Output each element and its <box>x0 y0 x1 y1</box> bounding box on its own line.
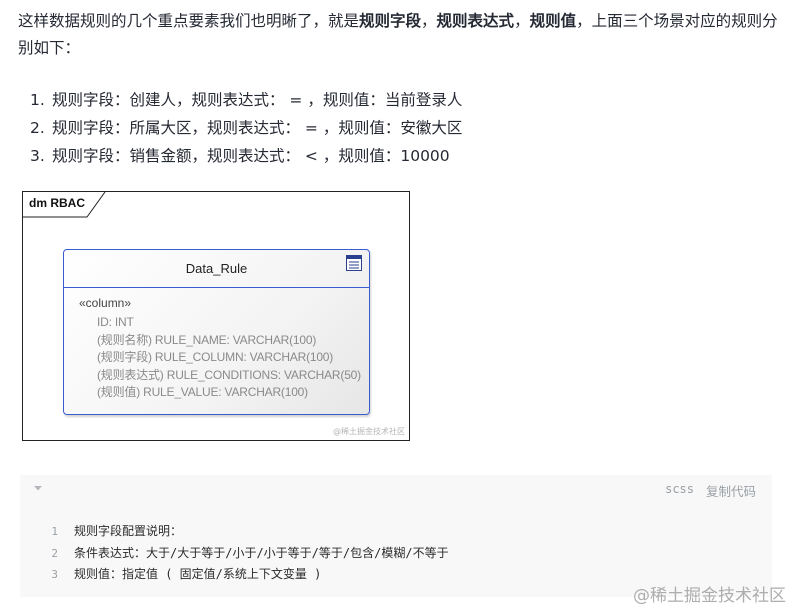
rules-list: 1. 规则字段：创建人，规则表达式： = ，规则值：当前登录人 2. 规则字段：所属… <box>30 86 462 170</box>
code-line-text: 条件表达式：大于/大于等于/小于/小于等于/等于/包含/模糊/不等于 <box>74 545 449 560</box>
column-item: (规则值) RULE_VALUE: VARCHAR(100) <box>97 385 308 399</box>
entity-header: Data_Rule <box>64 250 369 288</box>
code-line: 2 条件表达式：大于/大于等于/小于/小于等于/等于/包含/模糊/不等于 <box>20 543 449 565</box>
code-lines: 1 规则字段配置说明： 2 条件表达式：大于/大于等于/小于/小于等于/等于/包含/… <box>20 521 449 586</box>
list-number: 1. <box>30 91 45 109</box>
entity-data-rule: Data_Rule «column» ID: INT (规则名称) RULE_N… <box>63 249 370 415</box>
keyword-rule-expression: 规则表达式 <box>436 12 515 30</box>
entity-columns: ID: INT (规则名称) RULE_NAME: VARCHAR(100) (… <box>97 314 361 402</box>
keyword-rule-field: 规则字段 <box>359 12 422 30</box>
separator: ， <box>514 12 530 30</box>
column-item: (规则表达式) RULE_CONDITIONS: VARCHAR(50) <box>97 367 361 382</box>
entity-stereotype: «column» <box>79 296 132 310</box>
diagram-tab-label: dm RBAC <box>29 196 85 210</box>
keyword-rule-value: 规则值 <box>529 12 577 30</box>
list-item: 2. 规则字段：所属大区，规则表达式： = ，规则值：安徽大区 <box>30 114 462 142</box>
code-line: 1 规则字段配置说明： <box>20 521 449 543</box>
code-language-label: scss <box>665 482 694 496</box>
line-number: 3 <box>51 568 58 581</box>
list-item: 1. 规则字段：创建人，规则表达式： = ，规则值：当前登录人 <box>30 86 462 114</box>
line-number: 1 <box>51 525 58 538</box>
intro-paragraph: 这样数据规则的几个重点要素我们也明晰了，就是规则字段，规则表达式，规则值，上面三… <box>18 8 778 62</box>
code-line-text: 规则值：指定值 ( 固定值/系统上下文变量 ) <box>74 567 322 581</box>
code-block: scss 复制代码 1 规则字段配置说明： 2 条件表达式：大于/大于等于/小于/小… <box>20 475 772 597</box>
site-watermark: @稀土掘金技术社区 <box>633 586 786 606</box>
list-number: 2. <box>30 119 45 137</box>
collapse-caret-icon[interactable] <box>33 484 43 492</box>
column-item: (规则字段) RULE_COLUMN: VARCHAR(100) <box>97 350 334 364</box>
list-text: 规则字段：所属大区，规则表达式： = ，规则值：安徽大区 <box>52 119 463 137</box>
column-item: (规则名称) RULE_NAME: VARCHAR(100) <box>97 332 317 347</box>
list-item: 3. 规则字段：销售金额，规则表达式： < ，规则值：10000 <box>30 142 462 170</box>
list-text: 规则字段：创建人，规则表达式： = ，规则值：当前登录人 <box>52 91 463 109</box>
diagram-watermark: @稀土掘金技术社区 <box>333 427 405 436</box>
list-number: 3. <box>30 147 45 165</box>
code-header: scss 复制代码 <box>20 475 772 505</box>
code-line: 3 规则值：指定值 ( 固定值/系统上下文变量 ) <box>20 564 449 586</box>
list-text: 规则字段：销售金额，规则表达式： < ，规则值：10000 <box>52 147 450 165</box>
copy-code-button[interactable]: 复制代码 <box>706 481 756 500</box>
er-diagram: dm RBAC Data_Rule «column» ID: INT (规则名称… <box>22 191 410 441</box>
table-icon <box>346 255 362 271</box>
code-line-text: 规则字段配置说明： <box>74 524 183 538</box>
entity-title: Data_Rule <box>185 261 248 276</box>
column-item: ID: INT <box>97 315 134 329</box>
intro-text: 这样数据规则的几个重点要素我们也明晰了，就是 <box>18 12 360 30</box>
line-number: 2 <box>51 546 58 560</box>
separator: ， <box>421 12 437 30</box>
